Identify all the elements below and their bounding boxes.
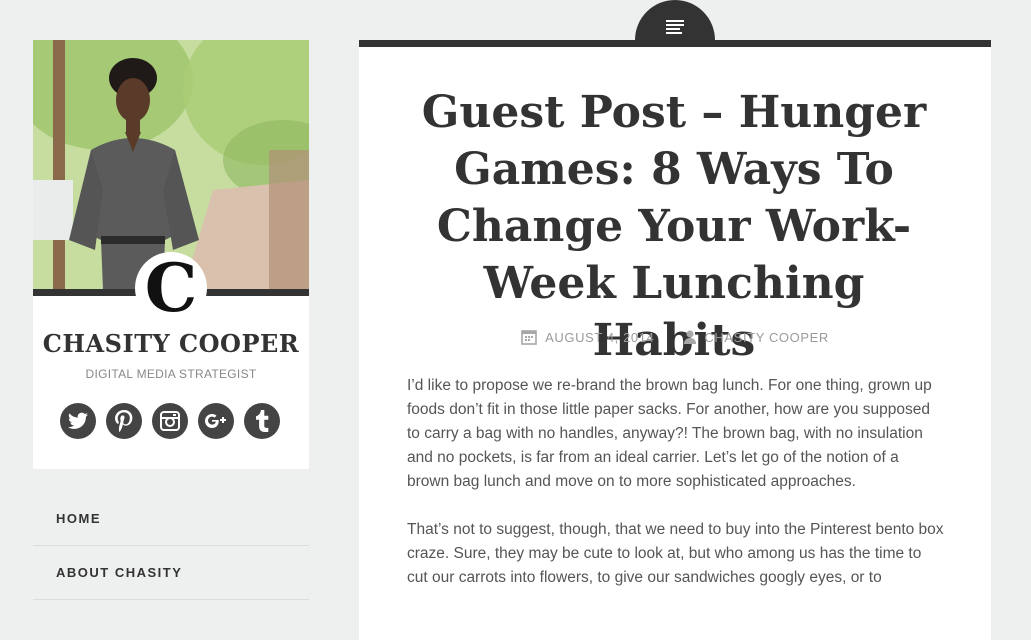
user-icon <box>684 330 697 344</box>
post-date-text: AUGUST 4, 2014 <box>545 329 655 345</box>
post-content: I’d like to propose we re-brand the brow… <box>407 374 945 614</box>
twitter-icon[interactable] <box>60 403 96 439</box>
site-title[interactable]: CHASITY COOPER <box>33 329 309 358</box>
social-links <box>60 403 280 439</box>
nav-item-home[interactable]: HOME <box>33 492 309 546</box>
nav-item-about-chasity[interactable]: ABOUT CHASITY <box>33 546 309 600</box>
main-navigation: HOME ABOUT CHASITY <box>33 492 309 600</box>
post-author-text: CHASITY COOPER <box>704 329 829 345</box>
post-top-bar <box>359 40 991 47</box>
standard-post-icon <box>666 20 684 34</box>
post-paragraph-1: I’d like to propose we re-brand the brow… <box>407 377 932 490</box>
google-plus-icon[interactable] <box>198 403 234 439</box>
post-title[interactable]: Guest Post – Hunger Games: 8 Ways To Cha… <box>398 84 950 369</box>
post-paragraph-2: That’s not to suggest, though, that we n… <box>407 521 944 586</box>
instagram-icon[interactable] <box>152 403 188 439</box>
site-tagline: DIGITAL MEDIA STRATEGIST <box>85 367 257 381</box>
sidebar-profile-card: C CHASITY COOPER DIGITAL MEDIA STRATEGIS… <box>33 40 309 469</box>
pinterest-icon[interactable] <box>106 403 142 439</box>
calendar-icon <box>521 329 537 345</box>
tumblr-icon[interactable] <box>244 403 280 439</box>
post-author[interactable]: CHASITY COOPER <box>684 330 828 345</box>
post-date[interactable]: AUGUST 4, 2014 <box>521 329 654 345</box>
post-meta: AUGUST 4, 2014 CHASITY COOPER <box>359 329 991 345</box>
site-logo[interactable]: C <box>135 252 207 324</box>
